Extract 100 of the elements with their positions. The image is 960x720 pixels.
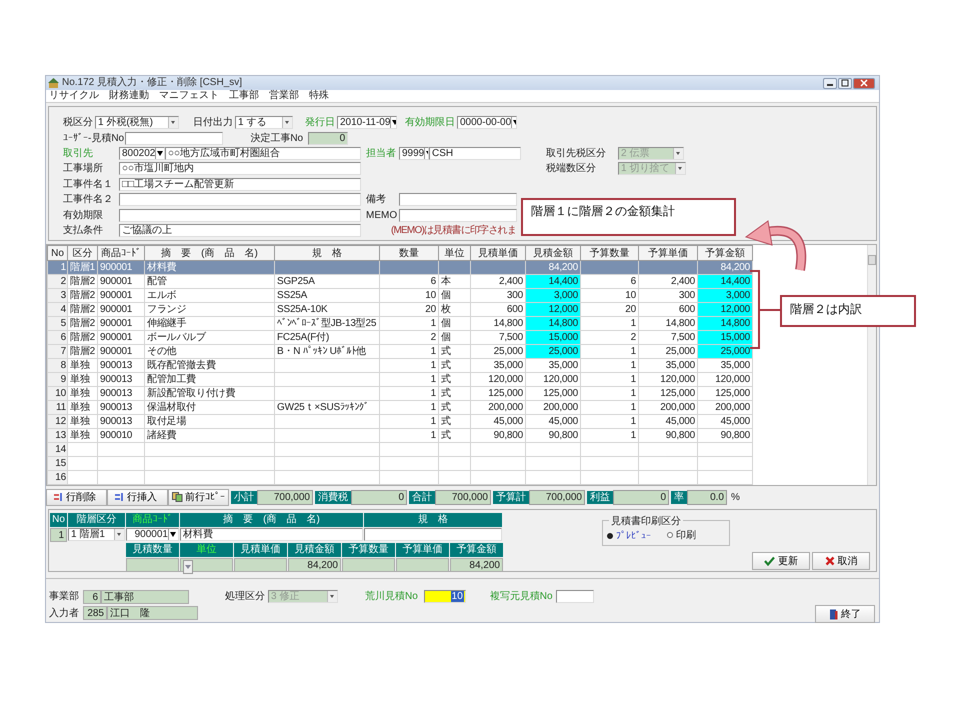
menu-item[interactable]: 特殊: [309, 90, 329, 102]
date-field[interactable]: 2010-11-09: [337, 116, 397, 130]
table-row[interactable]: 6 階層2 900001 ボールバルブ FC25A(F付) 2 個 7,500 15,000 2 7,500 15,000: [48, 330, 752, 344]
table-cell: SS25A: [274, 288, 380, 302]
input-field[interactable]: [125, 132, 224, 145]
field-label: 入力者: [49, 606, 80, 620]
table-row[interactable]: 4 階層2 900001 フランジ SS25A-10K 20 枚 600 12,000 20 600 12,000: [48, 302, 752, 316]
table-row[interactable]: 15: [48, 456, 752, 470]
unit-dropdown[interactable]: [180, 558, 233, 572]
date-field[interactable]: 0000-00-00: [457, 116, 517, 130]
input-field[interactable]: CSH: [429, 146, 521, 160]
table-cell: 84,200: [698, 260, 752, 274]
table-cell: 階層2: [68, 330, 98, 344]
table-cell: 14,800: [470, 316, 526, 330]
dropdown[interactable]: 1 外税(税無): [95, 116, 179, 130]
table-cell: 900001: [98, 274, 144, 288]
table-cell: ボールバルブ: [144, 330, 274, 344]
table-row[interactable]: 8 単独 900013 既存配管撤去費 1 式 35,000 35,000 1 35,000 35,000: [48, 358, 752, 372]
table-cell: 2,400: [638, 274, 698, 288]
action-button[interactable]: 取消: [812, 552, 870, 570]
caret-icon: [168, 529, 178, 540]
level-dropdown[interactable]: 1 階層1: [68, 528, 125, 541]
menu-item[interactable]: マニフェスト: [159, 90, 219, 102]
menu-item[interactable]: リサイクル: [49, 90, 99, 102]
table-cell: 20: [580, 302, 638, 316]
table-cell: 90,800: [638, 428, 698, 442]
field-label: 支払条件: [63, 224, 104, 237]
table-row[interactable]: 12 単独 900013 取付足場 1 式 45,000 45,000 1 45,000 45,000: [48, 414, 752, 428]
door-icon: [829, 608, 838, 620]
table-row[interactable]: 2 階層2 900001 配管 SGP25A 6 本 2,400 14,400 6 2,400 14,400: [48, 274, 752, 288]
radio-option[interactable]: 印刷: [667, 528, 696, 542]
toolbar-button[interactable]: 行挿入: [107, 488, 168, 506]
column-header[interactable]: 予算金額: [698, 246, 752, 260]
menu-item[interactable]: 工事部: [229, 90, 259, 102]
table-cell: 取付足場: [144, 414, 274, 428]
column-header[interactable]: 見積単価: [470, 246, 526, 260]
table-cell: [438, 456, 470, 470]
input-field[interactable]: 10: [424, 590, 466, 604]
table-row[interactable]: 14: [48, 442, 752, 456]
input-field[interactable]: [399, 193, 517, 206]
input-field[interactable]: [119, 208, 361, 222]
maximize-button[interactable]: [838, 78, 852, 88]
table-cell: 120,000: [526, 372, 580, 386]
table-cell: 1: [380, 386, 438, 400]
table-row[interactable]: 7 階層2 900001 その他 B・N ﾊﾟｯｷﾝ Uﾎﾞﾙﾄ他 1 式 25,000 25,000 1 25,000 25,000: [48, 344, 752, 358]
input-field[interactable]: [119, 193, 361, 206]
table-cell: 300: [638, 288, 698, 302]
table-cell: [438, 470, 470, 484]
table-row[interactable]: 5 階層2 900001 伸縮継手 ﾍﾞﾝﾍﾞﾛｰｽﾞ型JB-13型25 1 個 14,800 14,800 1 14,800 14,800: [48, 316, 752, 330]
table-cell: 6: [48, 330, 68, 344]
table-cell: 10: [48, 386, 68, 400]
field-label: 取引先税区分: [546, 146, 607, 160]
column-header[interactable]: 規 格: [274, 246, 380, 260]
row-insert-icon: [114, 492, 125, 502]
code-dropdown[interactable]: 900001: [126, 528, 179, 541]
table-row[interactable]: 16: [48, 470, 752, 484]
toolbar-button[interactable]: 前行ｺﾋﾟｰ: [168, 488, 229, 506]
input-field[interactable]: [556, 590, 594, 604]
minimize-button[interactable]: [823, 78, 837, 88]
menu-item[interactable]: 財務連動: [109, 90, 149, 102]
column-header[interactable]: No: [48, 246, 68, 260]
table-cell: 3: [48, 288, 68, 302]
table-cell: 25,000: [470, 344, 526, 358]
code-dropdown[interactable]: 9999: [399, 146, 429, 160]
column-header[interactable]: 商品ｺｰﾄﾞ: [98, 246, 144, 260]
total-label: 率: [671, 490, 687, 504]
callout-box: 階層２は内訳: [780, 295, 916, 327]
input-field[interactable]: 材料費: [180, 528, 363, 541]
table-cell: 1: [580, 414, 638, 428]
column-header[interactable]: 摘 要 (商 品 名): [144, 246, 274, 260]
table-row[interactable]: 11 単独 900013 保温材取付 GW25ｔ×SUSﾗｯｷﾝｸﾞ 1 式 200,000 200,000 1 200,000 200,000: [48, 400, 752, 414]
code-dropdown[interactable]: 800202: [119, 146, 165, 160]
action-button[interactable]: 更新: [752, 552, 810, 570]
column-header[interactable]: 単位: [438, 246, 470, 260]
table-cell: 個: [438, 288, 470, 302]
column-header[interactable]: 予算単価: [638, 246, 698, 260]
close-button[interactable]: [853, 78, 875, 88]
radio-option[interactable]: ﾌﾟﾚﾋﾞｭｰ: [607, 530, 651, 542]
column-header[interactable]: 区分: [68, 246, 98, 260]
caret-icon: [168, 117, 178, 128]
input-field[interactable]: [399, 208, 517, 222]
table-row[interactable]: 3 階層2 900001 エルボ SS25A 10 個 300 3,000 10 300 3,000: [48, 288, 752, 302]
table-row[interactable]: 9 単独 900013 配管加工費 1 式 120,000 120,000 1 120,000 120,000: [48, 372, 752, 386]
column-header[interactable]: 予算数量: [580, 246, 638, 260]
exit-button[interactable]: 終了: [815, 605, 875, 623]
column-header[interactable]: 数量: [380, 246, 438, 260]
table-cell: 20: [380, 302, 438, 316]
column-header[interactable]: 見積金額: [526, 246, 580, 260]
dropdown[interactable]: 1 する: [235, 116, 293, 130]
table-cell: 35,000: [470, 358, 526, 372]
toolbar-button[interactable]: 行削除: [46, 488, 107, 506]
table-cell: 1: [380, 358, 438, 372]
table-row[interactable]: 13 単独 900010 諸経費 1 式 90,800 90,800 1 90,800 90,800: [48, 428, 752, 442]
table-cell: [380, 442, 438, 456]
menu-item[interactable]: 営業部: [269, 90, 299, 102]
field-label: 複写元見積No: [490, 590, 553, 604]
table-cell: 枚: [438, 302, 470, 316]
table-row[interactable]: 10 単独 900013 新設配管取り付け費 1 式 125,000 125,000 1 125,000 125,000: [48, 386, 752, 400]
input-field[interactable]: [364, 528, 502, 541]
memo-note: (MEMO)は見積書に印字されま: [391, 224, 516, 238]
